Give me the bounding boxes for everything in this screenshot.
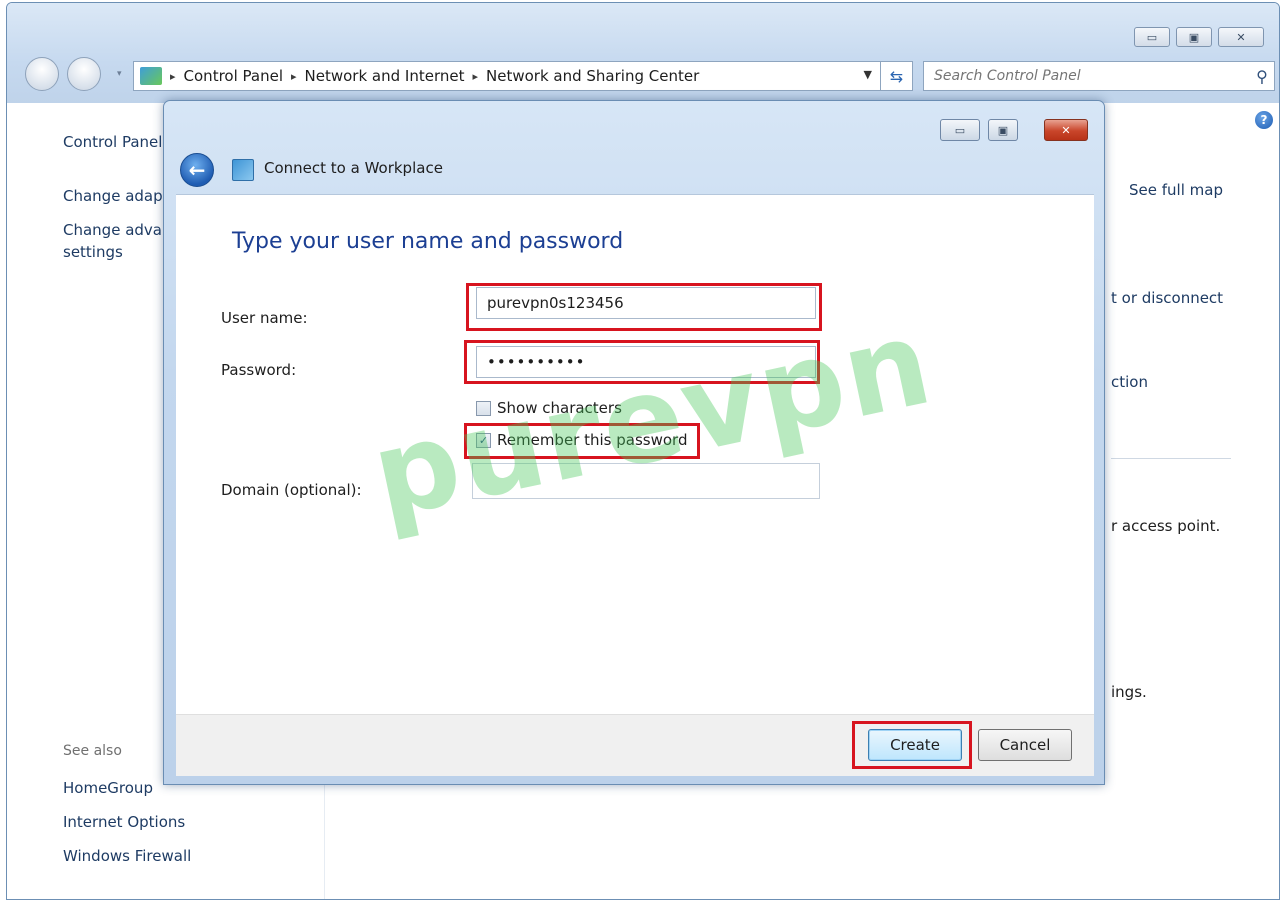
see-full-map-link[interactable]: See full map (1129, 181, 1223, 199)
access-point-text: r access point. (1111, 517, 1221, 535)
breadcrumb-separator: ▸ (291, 69, 297, 83)
connection-link[interactable]: ction (1111, 373, 1148, 391)
internet-options-link[interactable]: Internet Options (63, 813, 185, 831)
homegroup-link[interactable]: HomeGroup (63, 779, 153, 797)
search-box[interactable]: ⚲ (923, 61, 1275, 91)
windows-firewall-link[interactable]: Windows Firewall (63, 847, 191, 865)
remember-password-highlight (464, 423, 700, 459)
domain-field[interactable] (472, 463, 820, 499)
breadcrumb-separator: ▸ (472, 69, 479, 83)
page-heading: Type your user name and password (232, 229, 624, 254)
breadcrumb-network-and-internet[interactable]: Network and Internet (305, 67, 465, 85)
password-highlight (464, 340, 820, 384)
connect-or-disconnect-link[interactable]: t or disconnect (1111, 289, 1223, 307)
network-icon (140, 67, 162, 85)
domain-label: Domain (optional): (221, 481, 362, 499)
refresh-icon[interactable]: ⇆ (880, 61, 912, 91)
dialog-maximize-button[interactable]: ▣ (988, 119, 1018, 141)
minimize-button[interactable]: ▭ (1134, 27, 1170, 47)
address-bar[interactable]: ▸ Control Panel ▸ Network and Internet ▸… (133, 61, 913, 91)
back-arrow-icon[interactable]: ← (180, 153, 214, 187)
back-nav-button[interactable] (25, 57, 59, 91)
dialog-footer: Create Cancel (176, 714, 1094, 776)
dialog-title: Connect to a Workplace (264, 159, 443, 177)
breadcrumb-control-panel[interactable]: Control Panel (184, 67, 283, 85)
settings-text: ings. (1111, 683, 1147, 701)
breadcrumb-network-and-sharing-center[interactable]: Network and Sharing Center (486, 67, 699, 85)
maximize-button[interactable]: ▣ (1176, 27, 1212, 47)
see-also-label: See also (63, 743, 122, 759)
username-highlight (466, 283, 822, 331)
dialog-content: Type your user name and password User na… (176, 194, 1094, 714)
cancel-button[interactable]: Cancel (978, 729, 1072, 761)
address-dropdown-icon[interactable]: ▼ (864, 68, 872, 81)
breadcrumb-separator: ▸ (170, 69, 176, 83)
create-highlight (852, 721, 972, 769)
help-icon[interactable]: ? (1255, 111, 1273, 129)
username-label: User name: (221, 309, 308, 327)
show-characters-checkbox-row[interactable]: Show characters (476, 399, 622, 417)
forward-nav-button[interactable] (67, 57, 101, 91)
recent-pages-dropdown-icon[interactable]: ▾ (117, 69, 122, 79)
password-label: Password: (221, 361, 297, 379)
magnifier-icon[interactable]: ⚲ (1250, 67, 1274, 86)
dialog-minimize-button[interactable]: ▭ (940, 119, 980, 141)
search-input[interactable] (924, 63, 1250, 89)
right-pane-divider (1111, 458, 1231, 459)
workplace-icon (232, 159, 254, 181)
dialog-close-button[interactable]: ✕ (1044, 119, 1088, 141)
connect-to-workplace-dialog: ▭ ▣ ✕ ← Connect to a Workplace Type your… (163, 100, 1105, 785)
show-characters-checkbox[interactable] (476, 400, 491, 416)
close-button[interactable]: ✕ (1218, 27, 1264, 47)
change-advanced-sharing-link-line2[interactable]: settings (63, 243, 123, 261)
show-characters-label: Show characters (497, 399, 622, 417)
